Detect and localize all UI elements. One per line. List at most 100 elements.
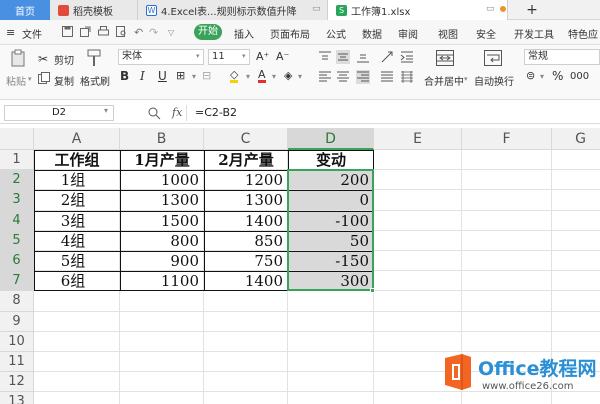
menu-view[interactable]: 视图 bbox=[438, 26, 458, 41]
header-cell[interactable]: 1月产量 bbox=[120, 149, 204, 171]
print-icon[interactable] bbox=[98, 26, 109, 37]
row-header-5[interactable]: 5 bbox=[0, 230, 34, 251]
data-cell[interactable]: 4组 bbox=[34, 230, 120, 252]
fill-color-dropdown-icon[interactable]: ▾ bbox=[246, 72, 250, 81]
currency-icon[interactable]: ⊜ bbox=[526, 69, 535, 82]
menu-formulas[interactable]: 公式 bbox=[326, 26, 346, 41]
tab-docer[interactable]: 稻壳模板 bbox=[50, 0, 138, 20]
tab-home[interactable]: 首页 bbox=[0, 0, 50, 20]
row-header-11[interactable]: 11 bbox=[0, 352, 34, 373]
monitor-icon[interactable]: ▭ bbox=[312, 4, 321, 14]
name-box-dropdown-icon[interactable]: ▾ bbox=[104, 106, 108, 115]
copy-button[interactable]: 复制 bbox=[54, 73, 74, 88]
bold-icon[interactable]: B bbox=[120, 69, 129, 83]
data-cell[interactable]: 6组 bbox=[34, 270, 120, 292]
menu-developer[interactable]: 开发工具 bbox=[514, 26, 554, 41]
font-name-dropdown-icon[interactable]: ▾ bbox=[196, 52, 200, 60]
number-format-select[interactable]: 常规 bbox=[524, 49, 600, 65]
align-middle-icon[interactable] bbox=[336, 50, 350, 64]
column-header-g[interactable]: G bbox=[552, 128, 600, 150]
monitor-icon-active[interactable]: ▭ bbox=[486, 4, 495, 14]
tab-document[interactable]: W 4.Excel表...规则标示数值升降 bbox=[138, 0, 328, 20]
wrap-text-button[interactable]: 自动换行 bbox=[474, 73, 514, 88]
row-header-2[interactable]: 2 bbox=[0, 170, 34, 191]
zoom-icon[interactable] bbox=[148, 107, 161, 120]
justify-icon[interactable] bbox=[380, 70, 394, 84]
row-header-13[interactable]: 13 bbox=[0, 392, 34, 404]
clear-format-icon[interactable]: ◈ bbox=[284, 69, 292, 82]
print-preview-icon[interactable] bbox=[116, 26, 127, 37]
data-cell[interactable]: 1300 bbox=[120, 189, 204, 211]
data-cell[interactable]: 800 bbox=[120, 230, 204, 252]
column-header-e[interactable]: E bbox=[374, 128, 462, 150]
formula-input[interactable]: =C2-B2 bbox=[186, 105, 596, 121]
fill-color-icon[interactable]: ◇ bbox=[230, 69, 239, 83]
menu-start[interactable]: 开始 bbox=[194, 24, 222, 40]
header-cell[interactable]: 2月产量 bbox=[204, 149, 288, 171]
paste-icon[interactable] bbox=[10, 49, 28, 67]
select-all-corner[interactable] bbox=[0, 128, 34, 150]
font-color-dropdown-icon[interactable]: ▾ bbox=[272, 72, 276, 81]
row-header-10[interactable]: 10 bbox=[0, 331, 34, 352]
row-header-7[interactable]: 7 bbox=[0, 271, 34, 292]
paste-button[interactable]: 粘贴 bbox=[6, 73, 26, 88]
font-name-select[interactable]: 宋体 bbox=[118, 49, 204, 65]
currency-dropdown-icon[interactable]: ▾ bbox=[540, 72, 544, 81]
row-header-12[interactable]: 12 bbox=[0, 372, 34, 393]
data-cell[interactable]: 850 bbox=[204, 230, 288, 252]
data-cell[interactable]: 1300 bbox=[204, 189, 288, 211]
cell-style-icon[interactable]: ⊟ bbox=[202, 69, 211, 82]
indent-icon[interactable] bbox=[400, 50, 414, 64]
export-icon[interactable] bbox=[80, 26, 91, 37]
align-right-icon[interactable] bbox=[356, 70, 370, 84]
menu-security[interactable]: 安全 bbox=[476, 26, 496, 41]
underline-icon[interactable]: U bbox=[158, 69, 167, 83]
data-cell[interactable]: 900 bbox=[120, 250, 204, 272]
distributed-icon[interactable] bbox=[400, 70, 414, 84]
data-cell[interactable]: 1组 bbox=[34, 169, 120, 191]
row-header-3[interactable]: 3 bbox=[0, 190, 34, 211]
data-cell[interactable]: 1400 bbox=[204, 270, 288, 292]
cut-button[interactable]: 剪切 bbox=[54, 52, 74, 67]
decrease-font-icon[interactable]: A⁻ bbox=[276, 50, 289, 63]
menu-page-layout[interactable]: 页面布局 bbox=[270, 26, 310, 41]
merge-center-icon[interactable] bbox=[436, 50, 454, 66]
paste-dropdown-icon[interactable]: ▾ bbox=[28, 75, 32, 83]
hamburger-icon[interactable]: ≡ bbox=[6, 26, 15, 39]
percent-button[interactable]: % bbox=[552, 69, 563, 83]
data-cell[interactable]: 1100 bbox=[120, 270, 204, 292]
comma-style-button[interactable]: 000 bbox=[570, 71, 589, 82]
tab-workbook[interactable]: S 工作簿1.xlsx bbox=[328, 0, 508, 20]
menu-special[interactable]: 特色应 bbox=[568, 26, 598, 41]
align-left-icon[interactable] bbox=[318, 70, 332, 84]
font-size-dropdown-icon[interactable]: ▾ bbox=[242, 52, 246, 60]
increase-font-icon[interactable]: A⁺ bbox=[256, 50, 269, 63]
save-icon[interactable] bbox=[62, 26, 73, 37]
data-cell[interactable]: 3组 bbox=[34, 210, 120, 232]
data-cell[interactable]: 1500 bbox=[120, 210, 204, 232]
font-color-icon[interactable]: A bbox=[258, 69, 266, 83]
orientation-icon[interactable] bbox=[380, 50, 394, 64]
column-header-f[interactable]: F bbox=[462, 128, 552, 150]
menu-insert[interactable]: 插入 bbox=[234, 26, 254, 41]
column-header-a[interactable]: A bbox=[34, 128, 120, 150]
align-center-icon[interactable] bbox=[336, 70, 350, 84]
data-cell[interactable]: 2组 bbox=[34, 189, 120, 211]
new-tab-button[interactable]: + bbox=[522, 0, 542, 20]
quick-access-dropdown-icon[interactable]: ▽ bbox=[168, 28, 174, 37]
data-cell[interactable]: 1400 bbox=[204, 210, 288, 232]
row-header-6[interactable]: 6 bbox=[0, 251, 34, 272]
format-painter-icon[interactable] bbox=[86, 49, 102, 67]
align-bottom-icon[interactable] bbox=[356, 50, 370, 64]
redo-icon[interactable]: ↷ bbox=[149, 26, 158, 39]
fill-handle[interactable] bbox=[370, 288, 375, 294]
data-cell[interactable]: 1200 bbox=[204, 169, 288, 191]
header-cell[interactable]: 工作组 bbox=[34, 149, 120, 171]
merge-center-button[interactable]: 合并居中 bbox=[424, 73, 464, 88]
data-cell[interactable]: 1000 bbox=[120, 169, 204, 191]
align-top-icon[interactable] bbox=[318, 50, 332, 64]
menu-file[interactable]: 文件 bbox=[22, 26, 42, 41]
row-header-1[interactable]: 1 bbox=[0, 150, 34, 171]
undo-icon[interactable]: ↶ bbox=[134, 26, 143, 39]
data-cell[interactable]: 5组 bbox=[34, 250, 120, 272]
